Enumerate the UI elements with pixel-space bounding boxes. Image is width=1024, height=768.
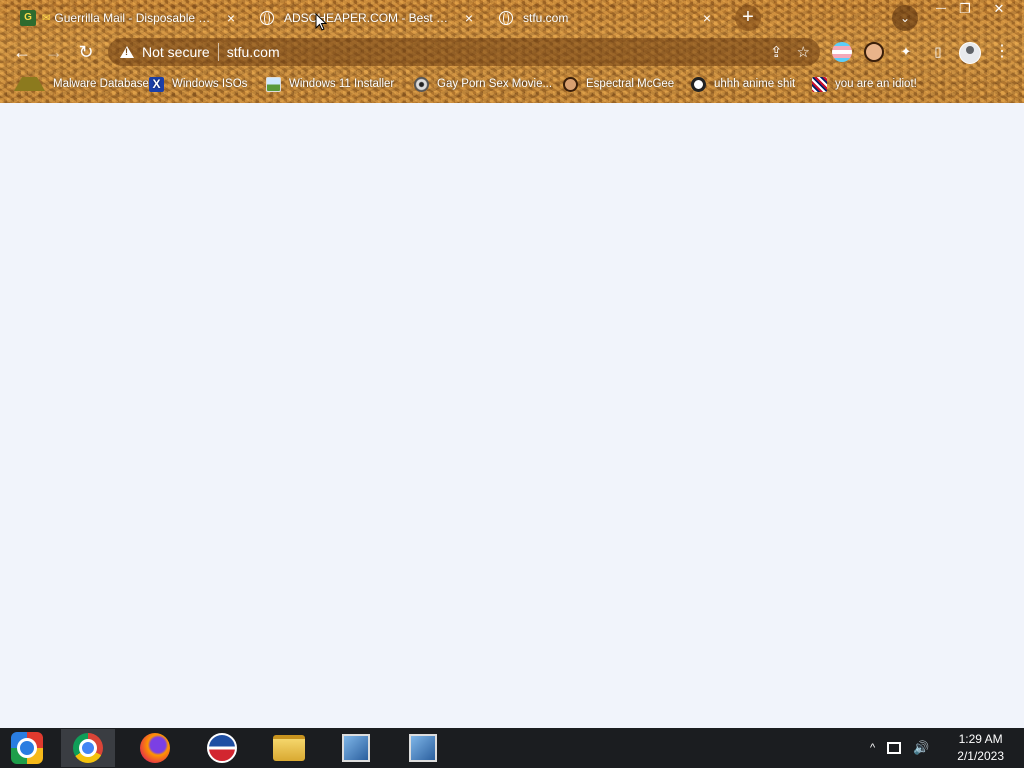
face-icon (563, 76, 578, 92)
bookmark-label: uhhh anime shit (714, 78, 796, 90)
tab-adscheaper[interactable]: ADSCHEAPER.COM - Best online × (250, 4, 482, 32)
omnibox-actions: ⇪ ☆ (770, 43, 810, 61)
clock-time: 1:29 AM (958, 732, 1003, 746)
installer-icon (342, 734, 370, 762)
taskbar: ^ 🔊 1:29 AM 2/1/2023 (0, 728, 1024, 768)
bookmark-label: Espectral McGee (586, 78, 675, 90)
bookmark-star-icon[interactable]: ☆ (797, 43, 810, 61)
side-panel-icon[interactable]: ▯ (928, 42, 948, 62)
bookmark-windows-11-installer[interactable]: Windows 11 Installer (266, 74, 394, 94)
security-status[interactable]: Not secure (142, 44, 210, 60)
taskbar-chrome[interactable] (61, 729, 115, 767)
start-button[interactable] (0, 729, 54, 767)
network-icon[interactable] (887, 742, 902, 754)
bookmark-label: you are an idiot! (835, 78, 917, 90)
guerrilla-mail-favicon-icon: G (20, 10, 36, 26)
taskbar-firefox[interactable] (128, 729, 182, 767)
extensions-puzzle-icon[interactable]: ✦ (896, 42, 916, 62)
address-bar[interactable]: Not secure stfu.com ⇪ ☆ (108, 38, 820, 66)
tab-guerrilla-mail[interactable]: G ✉ Guerrilla Mail - Disposable Temp × (12, 4, 244, 32)
bookmark-malware-database[interactable]: Malware Database (14, 74, 149, 94)
installer-icon (409, 734, 437, 762)
tab-close-button[interactable]: × (222, 9, 240, 27)
tab-title: ADSCHEAPER.COM - Best online (284, 11, 452, 25)
folder-icon (273, 735, 305, 761)
clock-date: 2/1/2023 (957, 749, 1004, 763)
bookmark-anime[interactable]: uhhh anime shit (691, 74, 795, 94)
taskbar-installer-2[interactable] (396, 729, 450, 767)
clock[interactable]: 1:29 AM 2/1/2023 (957, 731, 1004, 765)
bookmark-label: Windows 11 Installer (289, 78, 395, 90)
system-tray: ^ 🔊 (870, 728, 929, 768)
bookmark-you-are-an-idiot[interactable]: you are an idiot! (812, 74, 917, 94)
start-orb-icon (11, 732, 43, 764)
image-icon (266, 76, 281, 92)
taskbar-installer-1[interactable] (329, 729, 383, 767)
anime-icon (691, 76, 706, 92)
tab-title: stfu.com (523, 11, 569, 25)
flag-icon (812, 76, 827, 92)
warning-icon[interactable] (120, 46, 134, 58)
share-icon[interactable]: ⇪ (770, 43, 783, 61)
reload-button[interactable]: ↻ (74, 40, 98, 64)
minimize-button[interactable]: — (928, 0, 954, 18)
warning-icon (14, 77, 45, 91)
globe-icon (260, 11, 274, 25)
tab-search-button[interactable]: ⌄ (892, 5, 918, 31)
globe-icon (499, 11, 513, 25)
window-close-button[interactable]: ✕ (986, 0, 1012, 18)
firefox-icon (140, 733, 170, 763)
mail-icon: ✉ (42, 12, 51, 24)
tab-stfu[interactable]: stfu.com × (488, 4, 720, 32)
browser-toolbar: ← → ↻ Not secure stfu.com ⇪ ☆ ✦ ▯ ⋮ (0, 34, 1024, 70)
bookmarks-bar: Malware Database X Windows ISOs Windows … (0, 72, 1024, 96)
taskbar-file-explorer[interactable] (262, 729, 316, 767)
menu-kebab-icon[interactable]: ⋮ (992, 42, 1012, 62)
chrome-icon (73, 733, 103, 763)
url-text[interactable]: stfu.com (227, 44, 280, 60)
divider (217, 43, 219, 61)
browser-frame: G ✉ Guerrilla Mail - Disposable Temp × A… (0, 0, 1024, 103)
tab-close-button[interactable]: × (460, 9, 478, 27)
bookmark-label: Windows ISOs (172, 78, 248, 90)
page-content (0, 103, 1024, 728)
tab-title: Guerrilla Mail - Disposable Temp (54, 11, 215, 25)
profile-avatar-icon[interactable] (959, 42, 981, 64)
bookmark-label: Malware Database (53, 78, 149, 90)
avatar-extension-icon[interactable] (864, 42, 884, 62)
disc-icon (414, 76, 429, 92)
tab-strip: G ✉ Guerrilla Mail - Disposable Temp × A… (0, 0, 1024, 34)
volume-icon[interactable]: 🔊 (913, 740, 929, 756)
bookmark-movie[interactable]: Gay Porn Sex Movie... (414, 74, 552, 94)
obama-logo-icon (207, 733, 237, 763)
show-hidden-icons-chevron-icon[interactable]: ^ (870, 742, 875, 754)
taskbar-obama[interactable] (195, 729, 249, 767)
mouse-cursor-icon (315, 12, 328, 36)
bookmark-windows-isos[interactable]: X Windows ISOs (149, 74, 247, 94)
trans-flag-extension-icon[interactable] (832, 42, 852, 62)
new-tab-button[interactable]: + (735, 5, 761, 31)
bookmark-espectral-mcgee[interactable]: Espectral McGee (563, 74, 674, 94)
x-icon: X (149, 76, 164, 92)
restore-button[interactable]: ❐ (952, 0, 978, 18)
bookmark-label: Gay Porn Sex Movie... (437, 78, 553, 90)
back-button[interactable]: ← (10, 40, 34, 64)
forward-button[interactable]: → (42, 40, 66, 64)
tab-close-button[interactable]: × (698, 9, 716, 27)
